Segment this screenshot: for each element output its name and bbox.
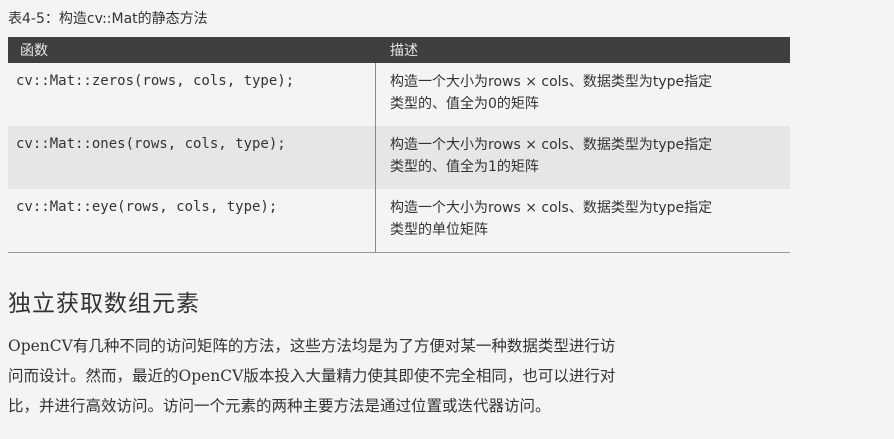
paragraph-line: OpenCV有几种不同的访问矩阵的方法，这些方法均是为了方便对某一种数据类型进行…: [8, 337, 616, 355]
description-line: 类型的单位矩阵: [390, 222, 488, 238]
description-line: 构造一个大小为rows × cols、数据类型为type指定: [390, 200, 713, 216]
table-header: 函数 描述: [8, 37, 790, 63]
function-cell: cv::Mat::zeros(rows, cols, type);: [8, 63, 376, 126]
description-line: 构造一个大小为rows × cols、数据类型为type指定: [390, 137, 713, 153]
header-description: 描述: [390, 43, 418, 59]
description-line: 构造一个大小为rows × cols、数据类型为type指定: [390, 74, 713, 90]
description-cell: 构造一个大小为rows × cols、数据类型为type指定 类型的、值全为0的…: [376, 63, 790, 126]
header-function: 函数: [20, 43, 48, 59]
paragraph-line: 比，并进行高效访问。访问一个元素的两种主要方法是通过位置或迭代器访问。: [8, 397, 551, 415]
table-row: cv::Mat::ones(rows, cols, type); 构造一个大小为…: [8, 126, 790, 189]
table-row: cv::Mat::zeros(rows, cols, type); 构造一个大小…: [8, 63, 790, 126]
table-row: cv::Mat::eye(rows, cols, type); 构造一个大小为r…: [8, 189, 790, 252]
static-methods-table: 函数 描述 cv::Mat::zeros(rows, cols, type); …: [8, 37, 790, 253]
table-caption: 表4-5：构造cv::Mat的静态方法: [8, 11, 208, 27]
function-cell: cv::Mat::ones(rows, cols, type);: [8, 126, 376, 189]
description-cell: 构造一个大小为rows × cols、数据类型为type指定 类型的、值全为1的…: [376, 126, 790, 189]
function-cell: cv::Mat::eye(rows, cols, type);: [8, 189, 376, 252]
description-cell: 构造一个大小为rows × cols、数据类型为type指定 类型的单位矩阵: [376, 189, 790, 252]
description-line: 类型的、值全为0的矩阵: [390, 96, 539, 112]
section-heading: 独立获取数组元素: [8, 291, 200, 317]
description-line: 类型的、值全为1的矩阵: [390, 159, 539, 175]
paragraph-line: 问而设计。然而，最近的OpenCV版本投入大量精力使其即使不完全相同，也可以进行…: [8, 367, 616, 385]
body-paragraph: OpenCV有几种不同的访问矩阵的方法，这些方法均是为了方便对某一种数据类型进行…: [8, 331, 798, 421]
